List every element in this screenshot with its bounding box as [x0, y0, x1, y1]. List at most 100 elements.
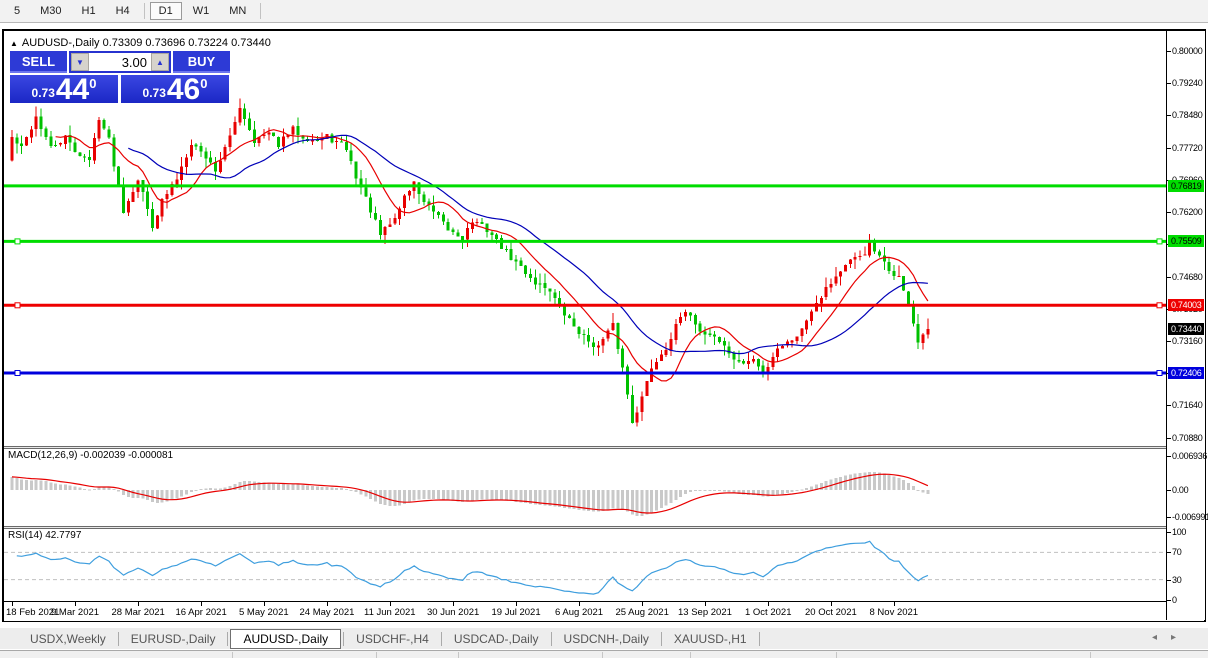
time-axis-tick — [642, 602, 643, 606]
statusbar-cell-separator — [690, 652, 691, 658]
rsi-axis-label: 30 — [1172, 575, 1181, 585]
tab-scroll-arrows[interactable]: ◂▸ — [1152, 632, 1190, 643]
rsi-axis-label: 70 — [1172, 547, 1181, 557]
time-axis-tick — [768, 602, 769, 606]
status-bar — [0, 650, 1208, 658]
axis-tick — [1167, 517, 1171, 518]
statusbar-cell-separator — [458, 652, 459, 658]
axis-tick — [1167, 552, 1171, 553]
axis-tick — [1167, 532, 1171, 533]
price-level-flag-0.72406: 0.72406 — [1168, 367, 1204, 379]
tab-separator — [227, 632, 228, 646]
time-axis-label: 16 Apr 2021 — [176, 607, 227, 618]
tab-eurusd-daily[interactable]: EURUSD-,Daily — [121, 630, 226, 648]
timeframe-5[interactable]: 5 — [5, 2, 29, 20]
volume-increase-button[interactable]: ▲ — [151, 53, 169, 71]
metatrader-screen: 5M30H1H4D1W1MN ▲AUDUSD-,Daily 0.73309 0.… — [0, 0, 1208, 658]
axis-tick — [1167, 600, 1171, 601]
volume-spinner: ▼ ▲ — [69, 51, 171, 73]
axis-tick — [1167, 438, 1171, 439]
sell-button[interactable]: SELL — [10, 51, 67, 73]
chart-ohlc-header: ▲AUDUSD-,Daily 0.73309 0.73696 0.73224 0… — [10, 37, 271, 49]
volume-input[interactable] — [89, 53, 151, 71]
statusbar-cell-separator — [836, 652, 837, 658]
price-axis-label: 0.77720 — [1172, 143, 1202, 153]
buy-price-display[interactable]: 0.73460 — [121, 75, 229, 103]
tab-separator — [343, 632, 344, 646]
buy-price-pip: 0 — [200, 76, 207, 91]
timeframe-m30[interactable]: M30 — [31, 2, 70, 20]
time-axis-tick — [705, 602, 706, 606]
time-axis-tick — [516, 602, 517, 606]
price-axis-label: 0.78480 — [1172, 110, 1202, 120]
axis-tick — [1167, 83, 1171, 84]
chart-ohlc-values: 0.73309 0.73696 0.73224 0.73440 — [103, 37, 271, 49]
timeframe-h4[interactable]: H4 — [107, 2, 139, 20]
current-price-flag: 0.73440 — [1168, 323, 1204, 335]
time-axis-label: 25 Aug 2021 — [616, 607, 669, 618]
tab-usdchf-h4[interactable]: USDCHF-,H4 — [346, 630, 439, 648]
time-axis-tick — [12, 602, 13, 606]
tab-usdcnh-daily[interactable]: USDCNH-,Daily — [554, 630, 659, 648]
statusbar-cell-separator — [1090, 652, 1091, 658]
trade-panel-buttons-row: SELL ▼ ▲ BUY — [10, 51, 230, 73]
toolbar-separator — [144, 3, 145, 19]
axis-tick — [1167, 51, 1171, 52]
sell-price-display[interactable]: 0.73440 — [10, 75, 118, 103]
collapse-arrow-icon[interactable]: ▲ — [10, 39, 18, 48]
axis-tick — [1167, 405, 1171, 406]
tab-usdx-weekly[interactable]: USDX,Weekly — [20, 630, 116, 648]
statusbar-cell-separator — [602, 652, 603, 658]
macd-label: MACD(12,26,9) -0.002039 -0.000081 — [8, 450, 173, 461]
tab-audusd-daily[interactable]: AUDUSD-,Daily — [230, 629, 341, 649]
macd-axis-label: 0.006936 — [1172, 451, 1207, 461]
time-axis-label: 6 Aug 2021 — [555, 607, 603, 618]
axis-tick — [1167, 148, 1171, 149]
volume-decrease-button[interactable]: ▼ — [71, 53, 89, 71]
tab-separator — [441, 632, 442, 646]
chart-tab-bar: USDX,Weekly EURUSD-,DailyAUDUSD-,Daily USD… — [0, 628, 1208, 649]
rsi-axis-label: 100 — [1172, 527, 1186, 537]
price-axis-label: 0.70880 — [1172, 433, 1202, 443]
sell-price-main: 44 — [56, 77, 89, 103]
tab-separator — [551, 632, 552, 646]
price-axis-label: 0.79240 — [1172, 78, 1202, 88]
time-axis-label: 19 Jul 2021 — [492, 607, 541, 618]
axis-tick — [1167, 490, 1171, 491]
tab-xauusd-h1[interactable]: XAUUSD-,H1 — [664, 630, 757, 648]
time-axis-tick — [201, 602, 202, 606]
tab-separator — [661, 632, 662, 646]
timeframe-w1[interactable]: W1 — [184, 2, 219, 20]
price-axis-label: 0.80000 — [1172, 46, 1202, 56]
time-axis-label: 20 Oct 2021 — [805, 607, 857, 618]
price-axis[interactable]: 0.800000.792400.784800.777200.769600.762… — [1166, 31, 1205, 620]
axis-tick — [1167, 456, 1171, 457]
macd-panel[interactable] — [4, 449, 1166, 526]
time-axis-label: 8 Nov 2021 — [870, 607, 919, 618]
rsi-label: RSI(14) 42.7797 — [8, 530, 81, 541]
tab-usdcad-daily[interactable]: USDCAD-,Daily — [444, 630, 549, 648]
macd-canvas[interactable] — [4, 449, 1166, 526]
tab-separator — [759, 632, 760, 646]
timeframe-d1[interactable]: D1 — [150, 2, 182, 20]
time-axis-tick — [894, 602, 895, 606]
price-axis-label: 0.76200 — [1172, 207, 1202, 217]
macd-axis-label: 0.00 — [1172, 485, 1188, 495]
chart-window: ▲AUDUSD-,Daily 0.73309 0.73696 0.73224 0… — [2, 29, 1206, 622]
trade-panel-prices-row: 0.73440 0.73460 — [10, 75, 230, 103]
time-axis[interactable]: 18 Feb 20219 Mar 202128 Mar 202116 Apr 2… — [4, 601, 1204, 621]
price-level-flag-0.75509: 0.75509 — [1168, 235, 1204, 247]
statusbar-cell-separator — [232, 652, 233, 658]
rsi-panel[interactable] — [4, 529, 1166, 601]
rsi-canvas[interactable] — [4, 529, 1166, 601]
timeframe-mn[interactable]: MN — [220, 2, 255, 20]
buy-price-main: 46 — [167, 77, 200, 103]
one-click-trading-panel: SELL ▼ ▲ BUY 0.73440 0.73460 — [10, 51, 230, 103]
time-axis-tick — [75, 602, 76, 606]
buy-button[interactable]: BUY — [173, 51, 230, 73]
buy-price-prefix: 0.73 — [143, 86, 166, 100]
time-axis-label: 11 Jun 2021 — [364, 607, 416, 618]
sell-price-prefix: 0.73 — [32, 86, 55, 100]
axis-tick — [1167, 341, 1171, 342]
timeframe-h1[interactable]: H1 — [73, 2, 105, 20]
